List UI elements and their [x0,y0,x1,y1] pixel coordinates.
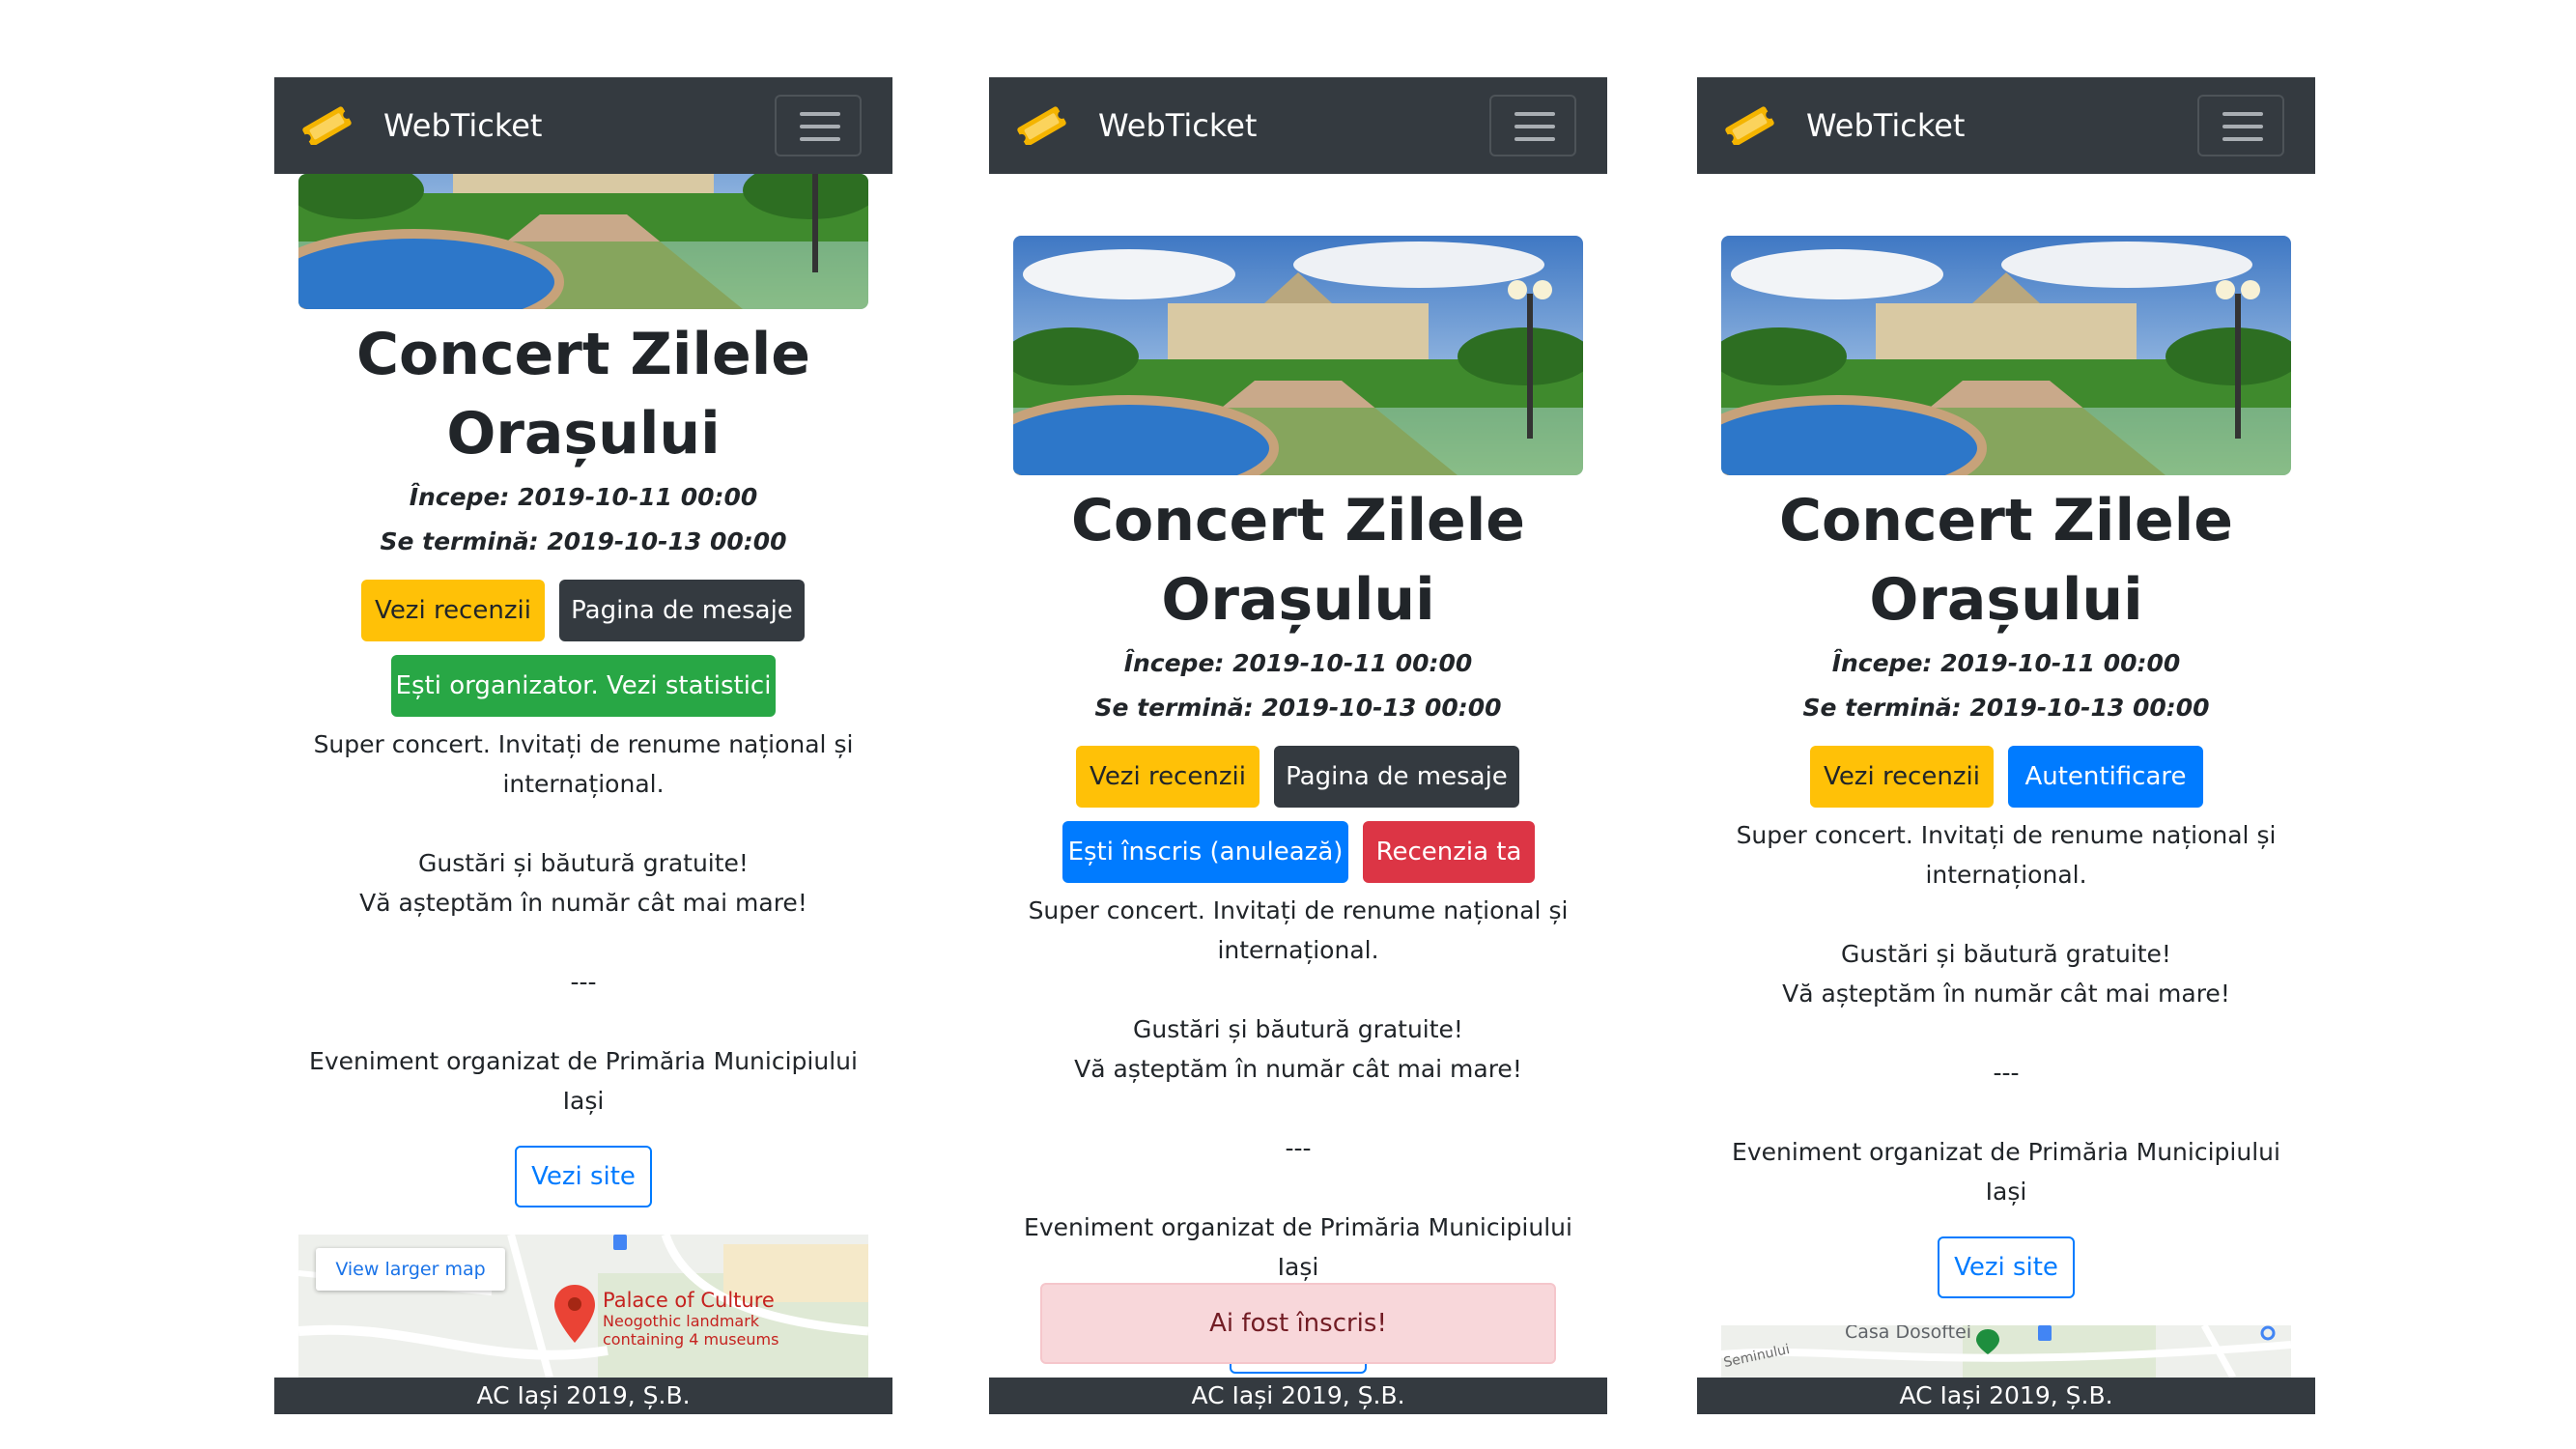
organizer-statistics-button[interactable]: Ești organizator. Vezi statistici [391,655,776,717]
event-banner-image [1013,236,1583,475]
reviews-button[interactable]: Vezi recenzii [1810,746,1994,808]
hamburger-menu-icon[interactable] [2197,95,2284,156]
navbar: WebTicket [274,77,892,174]
event-description: Super concert. Invitați de renume națion… [1732,821,2280,1206]
ticket-icon[interactable] [299,106,354,145]
event-description: Super concert. Invitați de renume națion… [309,730,858,1115]
event-end-date: Se termină: 2019-10-13 00:00 [1094,694,1502,722]
event-title: Concert Zilele Orașului [1071,487,1525,634]
footer: AC Iași 2019, Ș.B. [274,1378,892,1414]
navbar: WebTicket [989,77,1607,174]
embedded-map[interactable]: View larger map Palace of Culture Neogot… [298,1235,868,1378]
login-button[interactable]: Autentificare [2008,746,2203,808]
navbar: WebTicket [1697,77,2315,174]
footer: AC Iași 2019, Ș.B. [1697,1378,2315,1414]
event-end-date: Se termină: 2019-10-13 00:00 [380,527,787,555]
ticket-icon[interactable] [1722,106,1776,145]
hamburger-menu-icon[interactable] [1489,95,1576,156]
event-start-date: Începe: 2019-10-11 00:00 [409,483,758,511]
map-place-description: Neogothic landmark [603,1312,760,1330]
event-start-date: Începe: 2019-10-11 00:00 [1123,649,1473,677]
reviews-button[interactable]: Vezi recenzii [361,580,545,641]
map-pin-icon[interactable] [554,1285,595,1343]
view-larger-map-link[interactable]: View larger map [316,1248,505,1291]
footer: AC Iași 2019, Ș.B. [989,1378,1607,1414]
brand-name[interactable]: WebTicket [383,102,542,149]
event-banner-image [298,174,868,309]
embedded-map[interactable]: Casa Dosoftei Seminului [1721,1325,2291,1378]
event-title: Concert Zilele Orașului [1779,487,2233,634]
map-place-description: containing 4 museums [603,1330,779,1349]
ticket-icon[interactable] [1014,106,1068,145]
reviews-button[interactable]: Vezi recenzii [1076,746,1260,808]
brand-name[interactable]: WebTicket [1806,102,1965,149]
brand-name[interactable]: WebTicket [1098,102,1257,149]
your-review-button[interactable]: Recenzia ta [1363,821,1535,883]
hamburger-menu-icon[interactable] [775,95,862,156]
event-start-date: Începe: 2019-10-11 00:00 [1831,649,2181,677]
phone-screen-organizer: Concert Zilele Orașului Începe: 2019-10-… [274,77,892,1414]
enrolled-alert: Ai fost înscris! [1040,1283,1556,1364]
phone-screen-enrolled: Concert Zilele Orașului Începe: 2019-10-… [989,77,1607,1414]
phone-screen-guest: Concert Zilele Orașului Începe: 2019-10-… [1697,77,2315,1414]
visit-site-button[interactable]: Vezi site [1938,1236,2075,1298]
enrolled-cancel-button[interactable]: Ești înscris (anulează) [1062,821,1348,883]
event-description: Super concert. Invitați de renume națion… [1024,896,1572,1281]
map-poi-label: Casa Dosoftei [1845,1325,1972,1343]
visit-site-button[interactable]: Vezi site [515,1146,652,1208]
messages-page-button[interactable]: Pagina de mesaje [1274,746,1519,808]
event-banner-image [1721,236,2291,475]
event-title: Concert Zilele Orașului [356,321,810,468]
messages-page-button[interactable]: Pagina de mesaje [559,580,805,641]
event-end-date: Se termină: 2019-10-13 00:00 [1802,694,2210,722]
map-place-name: Palace of Culture [603,1289,775,1312]
